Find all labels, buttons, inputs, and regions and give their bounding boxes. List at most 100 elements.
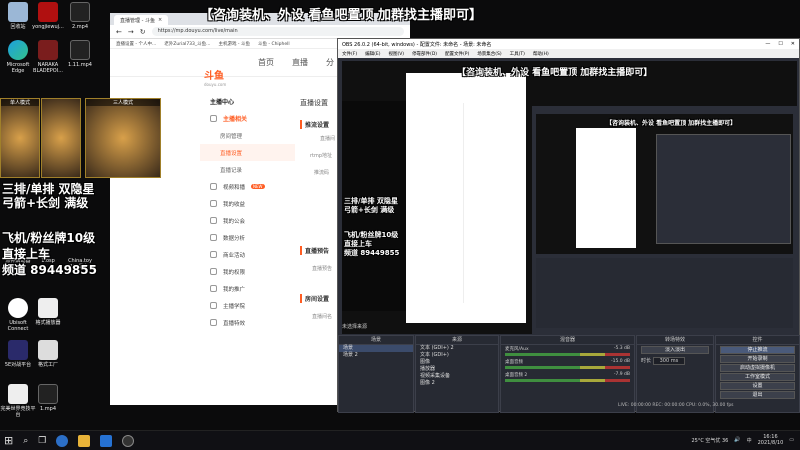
preview-ad-line: 弓箭+长剑 满级 [344,206,395,214]
settings-button[interactable]: 设置 [720,382,795,390]
stop-streaming-button[interactable]: 停止推流 [720,346,795,354]
source-item[interactable]: 视频采集设备 [416,373,498,380]
nav-live[interactable]: 直播 [292,57,308,68]
store-icon[interactable] [100,434,113,447]
logo-text: 斗鱼 [204,71,224,82]
address-bar[interactable]: https://mp.douyu.com/live/main [151,27,404,36]
menu-view[interactable]: 视图(V) [388,51,404,57]
sidebar-item-label: 主播中心 [210,99,235,106]
sidebar-item-label: 商业活动 [223,252,246,259]
source-item[interactable]: 播放器 [416,366,498,373]
nav-home[interactable]: 首页 [258,57,274,68]
menu-docks[interactable]: 停靠部件(D) [412,51,437,57]
sidebar-item-anchor-related[interactable]: 主播相关 [200,110,295,127]
desktop-icon-format-factory[interactable]: 格式工厂 [30,340,66,368]
source-item[interactable]: 图像 2 [416,380,498,387]
menu-help[interactable]: 帮助(H) [533,51,549,57]
forward-icon[interactable]: → [128,28,134,36]
file-explorer-icon[interactable] [78,434,91,447]
edge-icon [8,40,28,60]
ad-card-solo: 单人模式 [0,98,40,178]
sidebar-item-permissions[interactable]: 我的权限 [200,263,295,280]
transition-select[interactable]: 淡入淡出 [641,346,709,354]
start-recording-button[interactable]: 开始录制 [720,355,795,363]
bookmark-item[interactable]: 主机游戏 - 斗鱼 [218,41,249,47]
desktop-icon-yongjie[interactable]: yongjiewuj... [30,2,66,30]
sidebar-item-live-records[interactable]: 直播记录 [200,161,295,178]
sidebar-item-label: 我的公会 [223,218,246,225]
preview-banner: 【咨询装机、外设 看鱼吧置顶 加群找主播即可】 [457,68,653,78]
source-item[interactable]: 图像 [416,359,498,366]
controls-dock: 控件 停止推流 开始录制 启动虚拟摄像机 工作室模式 设置 退出 [715,335,800,413]
sidebar-item-video[interactable]: 视频和播 NEW [200,178,295,195]
ad-overlay-text-2: 飞机/粉丝牌10级 直接上车 频道 89449855 [2,230,97,278]
5e-icon [8,340,28,360]
duration-input[interactable]: 300 ms [652,357,686,365]
obs-title: OBS 26.0.2 (64-bit, windows) - 配置文件: 未命名… [342,41,492,48]
obs-icon[interactable] [122,434,135,447]
weather-widget[interactable]: 25°C 空气优 36 [691,437,728,444]
sidebar-item-effects[interactable]: 直播特效 [200,314,295,331]
desktop-icon-player[interactable]: 格式播放器 [30,298,66,326]
speaker-icon[interactable]: 🔊 [734,437,740,443]
sidebar-item-guild[interactable]: 我的公会 [200,212,295,229]
menu-tools[interactable]: 工具(T) [510,51,525,57]
desktop-icon-label: Ubisoft Connect [7,320,29,332]
notification-icon[interactable]: ▭ [789,437,794,443]
desktop-icon-naraka[interactable]: NARAKA BLADEPOI... [30,40,66,74]
douyu-logo[interactable]: 斗鱼 douyu.com [204,67,226,87]
desktop-icon-1mp4[interactable]: 1.mp4 [30,384,66,412]
close-icon[interactable]: × [158,17,162,23]
mixer-channel-name: 麦克风/Aux [505,347,529,352]
sidebar-item-analytics[interactable]: 数据分析 [200,229,295,246]
maximize-icon[interactable]: ☐ [778,41,782,47]
sidebar-item-room-manage[interactable]: 房间管理 [200,127,295,144]
mixer-channel: 麦克风/Aux -5.3 dB [501,345,634,358]
sidebar-item-live-settings[interactable]: 直播设置 [200,144,295,161]
back-icon[interactable]: ← [116,28,122,36]
volume-meter[interactable] [505,379,630,382]
search-icon[interactable]: ⌕ [23,436,28,446]
sidebar-item-income[interactable]: 我的收益 [200,195,295,212]
scene-item[interactable]: 场景 2 [339,352,413,359]
bookmark-item[interactable]: 斗鱼 - Chiphell [258,41,290,47]
close-icon[interactable]: ✕ [791,41,795,47]
bookmark-item[interactable]: 直播设置 - 个人中... [116,41,156,47]
minimize-icon[interactable]: — [765,41,770,47]
obs-window: OBS 26.0.2 (64-bit, windows) - 配置文件: 未命名… [337,38,800,413]
virtual-camera-button[interactable]: 启动虚拟摄像机 [720,364,795,372]
source-item[interactable]: 文本 (GDI+) 2 [416,345,498,352]
volume-meter[interactable] [505,353,630,356]
sidebar-item-anchor-center[interactable]: 主播中心 [200,93,295,110]
clock-date: 2021/8/10 [757,440,784,446]
video-file-icon [70,2,90,22]
ime-indicator[interactable]: 中 [747,437,752,444]
studio-mode-button[interactable]: 工作室模式 [720,373,795,381]
sidebar-item-academy[interactable]: 主播学院 [200,297,295,314]
reload-icon[interactable]: ↻ [140,28,146,36]
sidebar-item-business[interactable]: 商业活动 [200,246,295,263]
volume-meter[interactable] [505,366,630,369]
menu-profile[interactable]: 配置文件(P) [445,51,469,57]
menu-edit[interactable]: 编辑(E) [365,51,380,57]
sidebar-item-label: 直播设置 [220,150,243,157]
clock[interactable]: 16:16 2021/8/10 [758,434,784,446]
game-icon [38,2,58,22]
bookmark-item[interactable]: 老外Zurial733_斗鱼... [164,41,210,47]
scene-item[interactable]: 场景 [339,345,413,352]
task-view-icon[interactable]: ❐ [38,436,46,446]
desktop-icon-1-11mp4[interactable]: 1.11.mp4 [62,40,98,68]
menu-file[interactable]: 文件(F) [342,51,357,57]
desktop-icon-2mp4[interactable]: 2.mp4 [62,2,98,30]
nav-category[interactable]: 分 [326,57,334,68]
obs-preview[interactable]: 三排/单排 双隐星 弓箭+长剑 满级 飞机/粉丝牌10级 直接上车 频道 894… [342,61,797,334]
sidebar-item-promotion[interactable]: 我的推广 [200,280,295,297]
menu-scene-collection[interactable]: 场景集合(S) [477,51,501,57]
browser-tab[interactable]: 直播管理 - 斗鱼 × [114,15,169,25]
exit-button[interactable]: 退出 [720,391,795,399]
source-item[interactable]: 文本 (GDI+) [416,352,498,359]
edge-icon[interactable] [56,434,69,447]
sidebar-item-label: 我的收益 [223,201,246,208]
dock-title: 来源 [416,336,498,345]
windows-start-icon[interactable]: ⊞ [4,434,13,447]
